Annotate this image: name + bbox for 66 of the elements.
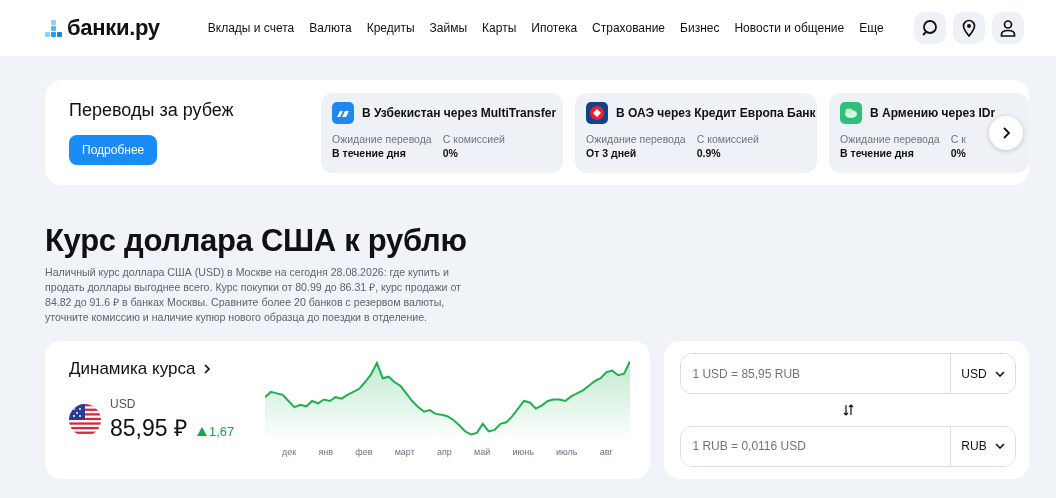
nav-link[interactable]: Валюта [309,21,352,35]
amount-field[interactable]: 1 USD = 85,95 RUB USD [680,353,1016,395]
wait-value: В течение дня [332,146,407,159]
wait-label: Ожидание перевода [332,132,432,145]
chevron-down-icon [994,443,1005,450]
logo-text[interactable]: банки.ру [67,15,160,41]
nav-link[interactable]: Новости и общение [734,21,845,35]
nav-link[interactable]: Займы [429,21,468,35]
fee-value: 0.9% [696,146,722,159]
wait-value: От 3 дней [586,146,638,159]
currency-code: USD [110,397,137,411]
location-button[interactable] [953,12,985,44]
nav-link[interactable]: Еще [859,21,884,35]
chart-title[interactable]: Динамика курса [69,359,196,379]
fee-label: С комиссией [696,132,759,145]
up-triangle-icon [196,427,207,436]
bank-logo-icon [840,101,862,124]
search-icon [921,19,939,37]
nav-link[interactable]: Бизнес [680,21,720,35]
month-label: июнь [512,447,534,457]
transfer-card[interactable]: В Армению через IDr Ожидание перевода С к В течение дня 0% [829,92,1029,173]
month-label: май [474,447,491,457]
month-label: апр [436,447,452,457]
nav-link[interactable]: Ипотека [531,21,578,35]
swap-icon [842,404,854,416]
wait-label: Ожидание перевода [586,132,686,145]
intro-paragraph: Наличный курс доллара США (USD) в Москве на сегодня 28.08.2026: где купить и продать доллары выгоднее всего. Курс покупки от 80.99 до 86.31 ₽, курс продажи от 84.82 до 91.6 ₽ в банках Москвы. Сравните более 20 банков с резервом валюты, уточните комиссию и наличие купюр нового образца до поездки в отделение. [45,265,462,325]
month-label: июль [556,447,578,457]
chevron-down-icon [994,370,1005,377]
search-button[interactable] [914,12,946,44]
chevron-right-icon [203,363,212,375]
card-title: В Армению через IDr [870,105,996,120]
bank-logo-icon [586,101,608,124]
card-title: В ОАЭ через Кредит Европа Банк [616,105,816,120]
rate-change: 1,67 [208,424,235,439]
wait-label: Ожидание перевода [840,132,940,145]
fee-label: С к [950,132,966,145]
nav-link[interactable]: Кредиты [366,21,415,35]
rate-value: 85,95 ₽ [110,414,187,443]
currency-dropdown[interactable]: RUB [950,426,1015,466]
panel-title: Переводы за рубеж [69,100,234,121]
page-title: Курс доллара США к рублю [45,223,468,259]
pin-icon [960,19,978,37]
transfer-card[interactable]: В ОАЭ через Кредит Европа Банк Ожидание перевода С комиссией От 3 дней 0.9% [575,92,817,173]
bank-logo-icon [332,101,354,124]
fee-value: 0% [950,146,966,159]
fee-value: 0% [442,146,459,159]
logo-icon [45,19,62,37]
month-label: фев [355,447,373,457]
month-label: янв [318,447,334,457]
profile-button[interactable] [992,12,1024,44]
flag-icon [69,404,101,436]
fee-label: С комиссией [442,132,505,145]
currency-dropdown[interactable]: USD [950,354,1015,394]
chevron-right-icon [1000,126,1012,140]
transfer-card[interactable]: В Узбекистан через MultiTransfer Ожидание перевода С комиссией В течение дня 0% [321,92,563,173]
user-icon [999,19,1017,37]
amount-field[interactable]: 1 RUB = 0,0116 USD RUB [680,425,1016,467]
nav-link[interactable]: Вклады и счета [207,21,295,35]
month-label: авг [599,447,613,457]
card-title: В Узбекистан через MultiTransfer [362,105,557,120]
month-label: март [394,447,415,457]
month-label: дек [282,447,297,457]
nav-link[interactable]: Карты [482,21,517,35]
nav-link[interactable]: Страхование [592,21,666,35]
wait-value: В течение дня [840,146,915,159]
